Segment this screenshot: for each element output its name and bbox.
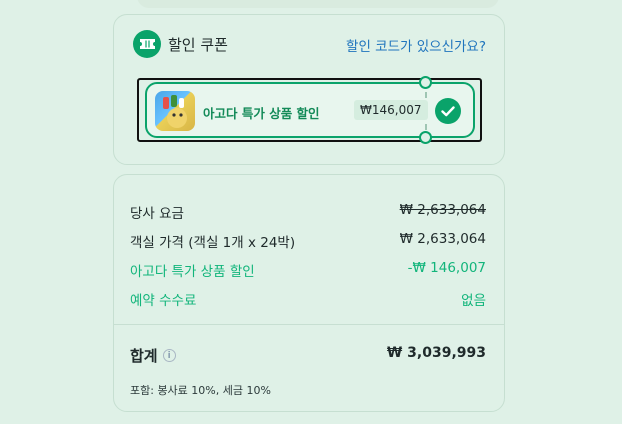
info-icon[interactable]: i [162,349,176,362]
price-row-value: 없음 [461,293,486,309]
total-label-text: 합계 [130,347,158,365]
coupon-option[interactable]: 아고다 특가 상품 할인 ₩146,007 [137,76,482,144]
price-row-fee: 예약 수수료 없음 [130,289,486,309]
check-icon[interactable] [435,98,461,124]
ticket-notch-top [419,76,432,89]
price-row-rate: 당사 요금 ₩ 2,633,064 [130,202,486,222]
price-row-value: ₩ 2,633,064 [399,202,486,218]
price-row-value: -₩ 146,007 [407,260,486,276]
price-row-label: 예약 수수료 [130,293,197,309]
tax-note: 포함: 봉사료 10%, 세금 10% [130,384,271,397]
discount-code-link[interactable]: 할인 코드가 있으신가요? [346,35,486,55]
coupon-thumbnail [155,91,195,131]
coupon-ticket: 아고다 특가 상품 할인 ₩146,007 [145,76,475,144]
total-label: 합계 i [130,345,176,366]
coupon-card: 할인 쿠폰 할인 코드가 있으신가요? 아고다 특가 상품 할인 ₩146,00… [113,14,505,165]
price-row-value: ₩ 2,633,064 [399,231,486,247]
ticket-icon [133,30,161,58]
price-row-discount: 아고다 특가 상품 할인 -₩ 146,007 [130,260,486,280]
price-row-label: 당사 요금 [130,206,184,222]
previous-card-edge [137,0,499,8]
price-row-label: 아고다 특가 상품 할인 [130,264,255,280]
coupon-title: 할인 쿠폰 [168,35,228,54]
total-value: ₩ 3,039,993 [386,345,486,361]
price-row-label: 객실 가격 (객실 1개 x 24박) [130,235,296,251]
coupon-amount: ₩146,007 [354,100,428,120]
summary-divider [114,324,504,325]
price-row-room: 객실 가격 (객실 1개 x 24박) ₩ 2,633,064 [130,231,486,251]
price-summary-card: 당사 요금 ₩ 2,633,064 객실 가격 (객실 1개 x 24박) ₩ … [113,174,505,412]
coupon-header: 할인 쿠폰 [133,30,228,58]
coupon-name: 아고다 특가 상품 할인 [203,106,320,121]
ticket-notch-bottom [419,131,432,144]
